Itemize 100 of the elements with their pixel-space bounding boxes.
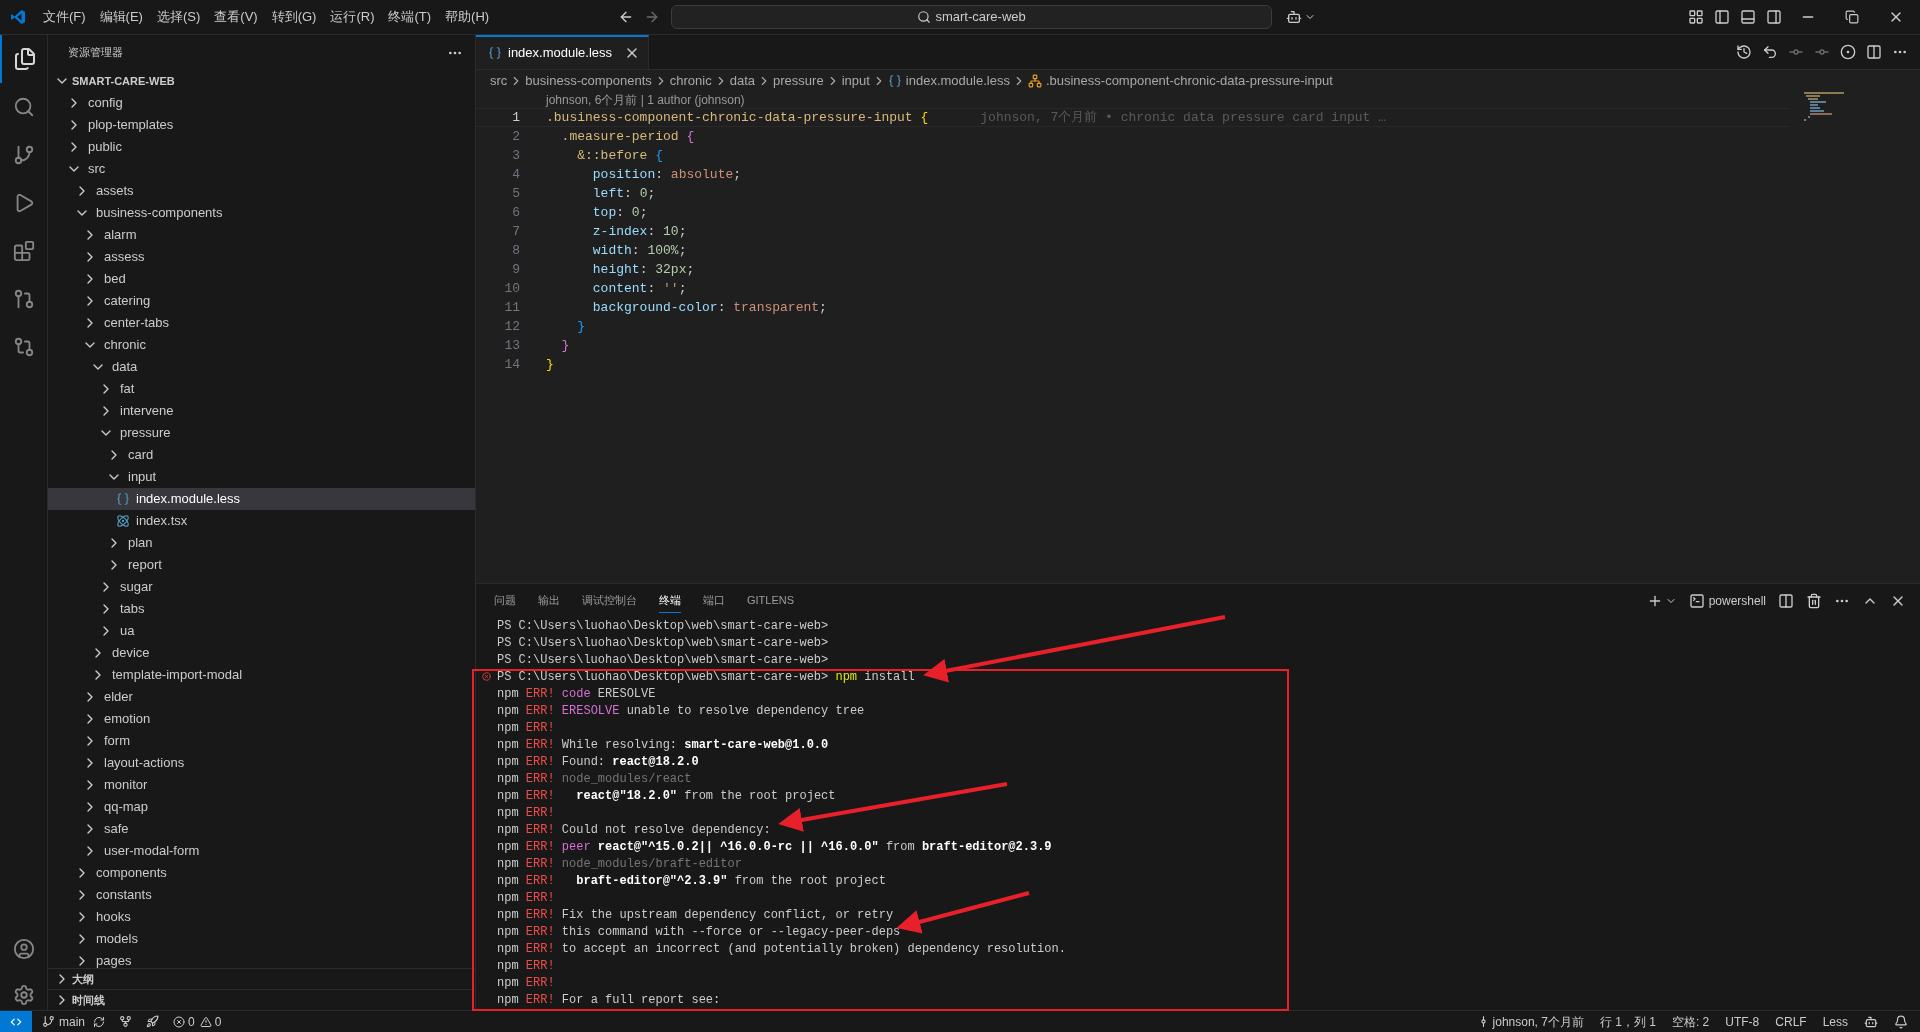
panel-tab[interactable]: 端口 xyxy=(703,587,725,614)
panel-tab[interactable]: GITLENS xyxy=(747,587,795,614)
history-icon[interactable] xyxy=(1736,44,1752,60)
restore-icon[interactable] xyxy=(1845,10,1859,24)
tree-item[interactable]: business-components xyxy=(48,202,475,224)
tree-item[interactable]: assets xyxy=(48,180,475,202)
compare-icon[interactable] xyxy=(12,336,35,358)
panel-tab[interactable]: 终端 xyxy=(659,587,681,614)
menu-item[interactable]: 查看(V) xyxy=(207,5,265,29)
tree-item[interactable]: template-import-modal xyxy=(48,664,475,686)
tree-item[interactable]: src xyxy=(48,158,475,180)
tree-item[interactable]: public xyxy=(48,136,475,158)
menu-item[interactable]: 文件(F) xyxy=(36,5,93,29)
copilot-icon[interactable] xyxy=(1864,1014,1878,1029)
tree-item[interactable]: safe xyxy=(48,818,475,840)
tree-item[interactable]: input xyxy=(48,466,475,488)
tree-item[interactable]: sugar xyxy=(48,576,475,598)
status-item[interactable]: Less xyxy=(1822,1012,1848,1031)
bell-icon[interactable] xyxy=(1894,1014,1908,1029)
tree-item[interactable]: catering xyxy=(48,290,475,312)
account-icon[interactable] xyxy=(12,938,35,960)
tree-item[interactable]: qq-map xyxy=(48,796,475,818)
tree-item[interactable]: device xyxy=(48,642,475,664)
status-item[interactable]: 空格: 2 xyxy=(1671,1012,1710,1031)
breadcrumb-item[interactable]: chronic xyxy=(669,71,712,91)
tree-item[interactable]: bed xyxy=(48,268,475,290)
explorer-icon[interactable] xyxy=(12,47,37,71)
editor-tab[interactable]: index.module.less xyxy=(476,35,650,69)
breadcrumb-item[interactable]: data xyxy=(729,71,756,91)
tree-item[interactable]: elder xyxy=(48,686,475,708)
tree-item[interactable]: assess xyxy=(48,246,475,268)
blame-status-button[interactable]: johnson, 7个月前 xyxy=(1476,1012,1584,1031)
tree-item[interactable]: pressure xyxy=(48,422,475,444)
menu-item[interactable]: 转到(G) xyxy=(264,5,324,29)
copilot-icon[interactable] xyxy=(1286,9,1303,25)
tree-item[interactable]: user-modal-form xyxy=(48,840,475,862)
breadcrumb-item[interactable]: .business-component-chronic-data-pressure-input xyxy=(1027,71,1333,91)
branch-button[interactable]: main xyxy=(42,1012,105,1031)
panel-tab[interactable]: 调试控制台 xyxy=(582,587,637,614)
extensions-icon[interactable] xyxy=(12,240,35,262)
tree-item[interactable]: data xyxy=(48,356,475,378)
tree-item[interactable]: alarm xyxy=(48,224,475,246)
blame-header[interactable]: johnson, 6个月前 | 1 author (johnson) xyxy=(546,92,745,108)
tree-item[interactable]: ua xyxy=(48,620,475,642)
menu-item[interactable]: 终端(T) xyxy=(381,5,439,29)
command-center-field[interactable]: smart-care-web xyxy=(671,5,1273,29)
panel-tab[interactable]: 问题 xyxy=(494,587,516,614)
tree-item[interactable]: config xyxy=(48,92,475,114)
tree-item[interactable]: pages xyxy=(48,950,475,968)
menu-item[interactable]: 运行(R) xyxy=(323,5,382,29)
tree-item[interactable]: components xyxy=(48,862,475,884)
terminal-icon[interactable] xyxy=(1688,592,1705,609)
breadcrumb-item[interactable]: business-components xyxy=(525,71,652,91)
tree-item[interactable]: chronic xyxy=(48,334,475,356)
search-icon[interactable] xyxy=(12,96,35,118)
circle-dot-icon[interactable] xyxy=(1840,44,1856,60)
toggle-secondary-sidebar-icon[interactable] xyxy=(1766,9,1782,25)
undo-icon[interactable] xyxy=(1762,44,1778,60)
tree-item[interactable]: tabs xyxy=(48,598,475,620)
breadcrumb-item[interactable]: pressure xyxy=(773,71,824,91)
toggle-panel-icon[interactable] xyxy=(1740,9,1756,25)
breadcrumb-item[interactable]: src xyxy=(490,71,508,91)
breadcrumb-item[interactable]: index.module.less xyxy=(887,71,1010,91)
toggle-sidebar-icon[interactable] xyxy=(1714,9,1730,25)
split-editor-icon[interactable] xyxy=(1866,44,1882,60)
panel-tab[interactable]: 输出 xyxy=(538,587,560,614)
remote-button[interactable] xyxy=(0,1011,32,1032)
tree-item[interactable]: intervene xyxy=(48,400,475,422)
settings-icon[interactable] xyxy=(12,984,35,1006)
pull-request-icon[interactable] xyxy=(12,288,35,310)
tree-item[interactable]: report xyxy=(48,554,475,576)
tree-item[interactable]: index.module.less xyxy=(48,488,475,510)
menu-item[interactable]: 选择(S) xyxy=(149,5,208,29)
tree-item[interactable]: models xyxy=(48,928,475,950)
menu-item[interactable]: 编辑(E) xyxy=(92,5,150,29)
tree-item[interactable]: card xyxy=(48,444,475,466)
tree-item[interactable]: SMART-CARE-WEB xyxy=(48,70,475,92)
tree-item[interactable]: hooks xyxy=(48,906,475,928)
status-item[interactable]: UTF-8 xyxy=(1725,1012,1760,1031)
tree-item[interactable]: constants xyxy=(48,884,475,906)
layout-icon[interactable] xyxy=(1688,9,1704,25)
tree-item[interactable]: emotion xyxy=(48,708,475,730)
fork-icon[interactable] xyxy=(119,1015,132,1028)
tree-item[interactable]: form xyxy=(48,730,475,752)
split-terminal-icon[interactable] xyxy=(1778,592,1794,609)
tree-item[interactable]: fat xyxy=(48,378,475,400)
menu-item[interactable]: 帮助(H) xyxy=(438,5,497,29)
tree-item[interactable]: center-tabs xyxy=(48,312,475,334)
status-item[interactable]: CRLF xyxy=(1775,1012,1807,1031)
section-header[interactable]: 大纲 xyxy=(48,968,475,989)
tree-item[interactable]: monitor xyxy=(48,774,475,796)
tree-item[interactable]: plop-templates xyxy=(48,114,475,136)
tree-item[interactable]: layout-actions xyxy=(48,752,475,774)
trash-icon[interactable] xyxy=(1806,592,1822,609)
breadcrumb-item[interactable]: input xyxy=(841,71,870,91)
status-item[interactable]: 行 1，列 1 xyxy=(1599,1012,1656,1031)
rocket-icon[interactable] xyxy=(146,1015,159,1028)
problems-button[interactable]: 0 0 xyxy=(173,1012,222,1031)
terminal-name[interactable]: powershell xyxy=(1708,591,1766,610)
tree-item[interactable]: plan xyxy=(48,532,475,554)
